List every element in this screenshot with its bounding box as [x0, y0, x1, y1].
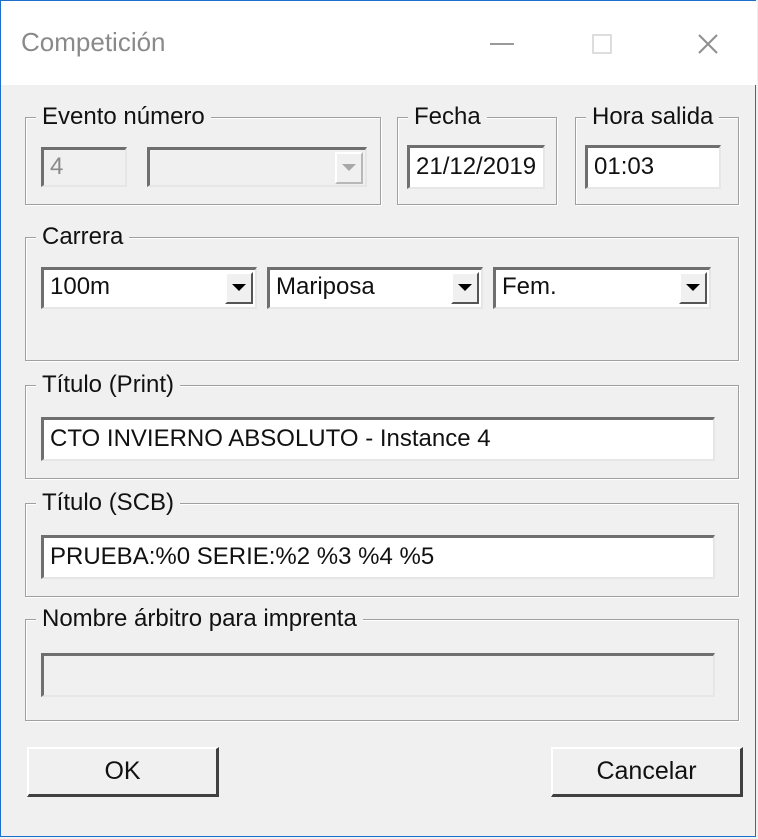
chevron-down-icon[interactable]: [451, 272, 479, 304]
minimize-button[interactable]: [479, 23, 525, 65]
carrera-legend: Carrera: [36, 225, 130, 249]
minimize-icon: [490, 43, 514, 45]
date-field[interactable]: 21/12/2019: [407, 145, 545, 189]
category-select[interactable]: Fem.: [493, 267, 711, 309]
titulo-scb-field[interactable]: PRUEBA:%0 SERIE:%2 %3 %4 %5: [41, 535, 715, 579]
event-select[interactable]: [147, 147, 367, 187]
titulo-print-field[interactable]: CTO INVIERNO ABSOLUTO - Instance 4: [41, 417, 715, 461]
maximize-button[interactable]: [579, 23, 625, 65]
style-value: Mariposa: [276, 273, 375, 300]
style-select[interactable]: Mariposa: [267, 267, 483, 309]
arbitro-legend: Nombre árbitro para imprenta: [36, 607, 363, 631]
event-number-field[interactable]: 4: [41, 147, 127, 187]
titulo-scb-legend: Título (SCB): [36, 491, 181, 515]
window-title: Competición: [21, 27, 166, 57]
chevron-down-icon[interactable]: [335, 152, 363, 184]
cancel-button[interactable]: Cancelar: [551, 747, 743, 797]
time-field[interactable]: 01:03: [585, 145, 721, 189]
chevron-down-icon[interactable]: [679, 272, 707, 304]
competicion-dialog: Competición Evento número 4 Fecha 21/12/…: [0, 0, 757, 837]
distance-select[interactable]: 100m: [41, 267, 257, 309]
titulo-print-legend: Título (Print): [36, 373, 181, 397]
close-button[interactable]: [685, 23, 731, 65]
category-value: Fem.: [502, 273, 557, 300]
fecha-legend: Fecha: [408, 105, 487, 129]
arbitro-field[interactable]: [41, 653, 715, 697]
close-icon: [698, 34, 718, 54]
chevron-down-icon[interactable]: [225, 272, 253, 304]
maximize-icon: [592, 34, 612, 54]
evento-legend: Evento número: [36, 105, 211, 129]
distance-value: 100m: [50, 273, 111, 300]
ok-button[interactable]: OK: [27, 747, 219, 797]
hora-legend: Hora salida: [586, 105, 720, 129]
title-bar[interactable]: Competición: [1, 1, 757, 85]
